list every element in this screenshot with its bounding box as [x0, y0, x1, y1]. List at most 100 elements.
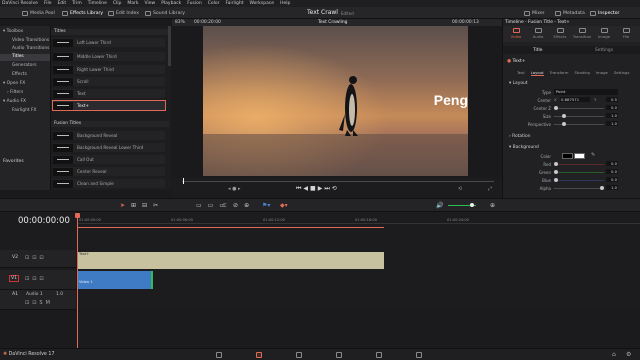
menu-item[interactable]: Fairlight [225, 1, 243, 6]
edit-page-icon[interactable] [296, 352, 302, 358]
eyedropper-icon[interactable]: ✎ [591, 152, 595, 158]
fusion-title-item[interactable]: Call Out [53, 155, 165, 164]
dynamic-trim-icon[interactable]: ⊟ [142, 202, 153, 209]
sidebar-item-audio-transitions[interactable]: Audio Transitions [12, 46, 49, 51]
inspector-button[interactable]: Inspector [590, 9, 619, 17]
trim-tool-icon[interactable]: ⊞ [131, 202, 142, 209]
tab-transition[interactable]: Transition [571, 28, 593, 39]
subtab-transform[interactable]: Transform [550, 70, 569, 76]
menu-item[interactable]: DaVinci Resolve [2, 1, 38, 6]
disable-track-icon[interactable]: ⊡ [39, 255, 46, 261]
alpha-slider-knob[interactable] [600, 186, 604, 190]
stop-icon[interactable]: ■ [310, 185, 318, 192]
fusion-page-icon[interactable] [336, 352, 342, 358]
linked-selection-icon[interactable]: ⊘ [233, 202, 244, 209]
alpha-field[interactable]: 1.0 [606, 185, 618, 190]
title-item-left-lower-third[interactable]: Left Lower Third [53, 38, 165, 47]
viewer-zoom[interactable]: 83% [175, 20, 185, 25]
menu-item[interactable]: Mark [127, 1, 138, 6]
overwrite-icon[interactable]: ▭ [208, 202, 220, 209]
rotation-section[interactable]: › Rotation [509, 134, 531, 139]
mute-icon[interactable]: M [46, 300, 53, 306]
size-slider-knob[interactable] [562, 114, 566, 118]
title-clip[interactable]: Text+ [77, 252, 384, 269]
red-slider[interactable] [554, 162, 604, 166]
effects-library-button[interactable]: Effects Library [62, 9, 103, 17]
fusion-title-item[interactable]: Background Reveal [53, 131, 165, 140]
disable-track-icon[interactable]: ⊡ [39, 276, 46, 282]
loop-icon[interactable]: ⟲ [332, 185, 339, 192]
go-to-end-icon[interactable]: ⏭ [324, 185, 331, 192]
home-icon[interactable]: ⌂ [612, 351, 616, 358]
sidebar-item-fairlight-fx[interactable]: Fairlight FX [12, 108, 37, 113]
sidebar-item-open-fx[interactable]: ▾ Open FX [3, 81, 25, 86]
timeline-playhead[interactable] [77, 214, 78, 348]
menu-item[interactable]: View [145, 1, 156, 6]
background-section[interactable]: ▾ Background [509, 145, 539, 150]
layout-section[interactable]: ▾ Layout [509, 81, 528, 86]
perspective-slider[interactable] [554, 122, 604, 126]
flag-icon[interactable]: ⚑▾ [262, 202, 270, 209]
sidebar-item-effects[interactable]: Effects [12, 72, 27, 77]
center-x-field[interactable]: 0.887571 [560, 97, 590, 102]
green-slider[interactable] [554, 170, 604, 174]
volume-slider-knob[interactable] [470, 203, 474, 207]
metadata-button[interactable]: Metadata [555, 9, 585, 17]
center-z-slider-knob[interactable] [554, 106, 558, 110]
edit-index-button[interactable]: Edit Index [108, 9, 139, 17]
fullscreen-icon[interactable]: ⤢ [488, 186, 492, 192]
fusion-title-item[interactable]: Background Reveal Lower Third [53, 143, 165, 152]
menu-item[interactable]: Edit [57, 1, 66, 6]
subtab-settings[interactable]: Settings [614, 70, 630, 76]
viewer-frame[interactable]: Peng [203, 26, 468, 176]
subtab-text[interactable]: Text [517, 70, 525, 76]
title-item-scroll[interactable]: Scroll [53, 77, 165, 86]
red-slider-knob[interactable] [554, 162, 558, 166]
settings-icon[interactable]: ⚙ [626, 351, 631, 358]
center-z-field[interactable]: 0.0 [606, 105, 618, 110]
tab-video[interactable]: Video [505, 28, 527, 39]
blue-slider[interactable] [554, 178, 604, 182]
blue-field[interactable]: 0.0 [606, 177, 618, 182]
size-slider[interactable] [554, 114, 604, 118]
playhead-handle[interactable] [75, 213, 80, 218]
perspective-field[interactable]: 1.0 [606, 121, 618, 126]
sidebar-item-filters[interactable]: › Filters [7, 90, 23, 95]
type-dropdown[interactable]: Point [554, 89, 618, 95]
subtab-layout[interactable]: Layout [530, 70, 544, 76]
green-field[interactable]: 0.0 [606, 169, 618, 174]
media-page-icon[interactable] [216, 352, 222, 358]
subtab-title[interactable]: Title [533, 48, 542, 53]
scrubber-playhead[interactable] [183, 178, 184, 184]
center-y-field[interactable]: 0.5 [606, 97, 618, 102]
title-item-text[interactable]: Text [53, 89, 165, 98]
red-field[interactable]: 0.0 [606, 161, 618, 166]
title-item-right-lower-third[interactable]: Right Lower Third [53, 65, 165, 74]
perspective-slider-knob[interactable] [562, 122, 566, 126]
menu-item[interactable]: Timeline [88, 1, 107, 6]
clip-enable-icon[interactable]: ● [507, 59, 511, 64]
list-scrollbar[interactable] [168, 26, 171, 66]
zoom-in-icon[interactable]: ⊕ [490, 202, 495, 209]
jog-control-icon[interactable]: ◂ ● ▸ [228, 186, 241, 192]
sidebar-item-generators[interactable]: Generators [12, 63, 37, 68]
blue-slider-knob[interactable] [554, 178, 558, 182]
fusion-title-item[interactable]: Center Reveal [53, 167, 165, 176]
fusion-title-item[interactable]: Clean and Simple [53, 179, 165, 188]
position-lock-icon[interactable]: ⊕ [244, 202, 255, 209]
match-frame-icon[interactable]: ⟲ [458, 186, 462, 192]
text-plus-overlay[interactable]: Peng [434, 92, 468, 108]
sound-library-button[interactable]: Sound Library [145, 9, 185, 17]
menu-item[interactable]: Trim [72, 1, 82, 6]
tab-effects[interactable]: Effects [549, 28, 571, 39]
insert-icon[interactable]: ▭ [196, 202, 208, 209]
sidebar-item-titles[interactable]: Titles [0, 54, 50, 61]
menu-item[interactable]: Color [208, 1, 220, 6]
color-page-icon[interactable] [376, 352, 382, 358]
menu-item[interactable]: Help [280, 1, 290, 6]
menu-item[interactable]: Playback [161, 1, 181, 6]
sidebar-item-video-transitions[interactable]: Video Transitions [12, 38, 49, 43]
menu-item[interactable]: Workspace [249, 1, 274, 6]
green-slider-knob[interactable] [554, 170, 558, 174]
size-field[interactable]: 1.0 [606, 113, 618, 118]
